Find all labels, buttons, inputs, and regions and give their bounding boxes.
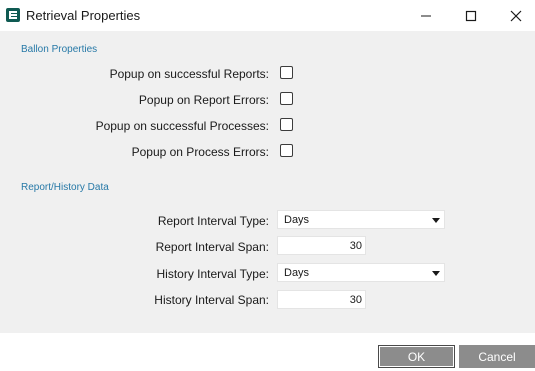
history-interval-type-value: Days (284, 267, 310, 279)
dialog-footer: OK Cancel (0, 333, 535, 371)
popup-successful-processes-label: Popup on successful Processes: (95, 119, 269, 133)
cancel-button[interactable]: Cancel (459, 345, 535, 368)
popup-successful-reports-checkbox[interactable] (280, 66, 293, 79)
report-interval-span-value: 30 (349, 240, 362, 252)
history-interval-type-select[interactable]: Days (277, 263, 445, 282)
title-bar: Retrieval Properties (0, 0, 535, 31)
chevron-down-icon (432, 218, 440, 223)
popup-process-errors-label: Popup on Process Errors: (131, 145, 269, 159)
history-interval-span-label: History Interval Span: (154, 293, 269, 307)
report-interval-type-value: Days (284, 214, 310, 226)
history-interval-span-input[interactable]: 30 (277, 290, 366, 309)
maximize-button[interactable] (448, 0, 494, 31)
history-interval-type-label: History Interval Type: (156, 267, 270, 281)
window-title: Retrieval Properties (26, 8, 141, 23)
app-logo-icon (6, 8, 20, 22)
close-icon (510, 10, 522, 21)
close-button[interactable] (493, 0, 535, 31)
report-interval-type-select[interactable]: Days (277, 210, 445, 229)
minimize-button[interactable] (403, 0, 449, 31)
ok-button[interactable]: OK (378, 345, 455, 368)
maximize-icon (465, 10, 477, 21)
report-interval-span-label: Report Interval Span: (155, 240, 269, 254)
popup-report-errors-label: Popup on Report Errors: (138, 93, 269, 107)
report-interval-type-label: Report Interval Type: (157, 214, 269, 228)
dialog-content: Ballon Properties Popup on successful Re… (0, 31, 535, 333)
popup-report-errors-checkbox[interactable] (280, 92, 293, 105)
balloon-section-heading: Ballon Properties (21, 44, 98, 55)
minimize-icon (421, 15, 431, 16)
report-interval-span-input[interactable]: 30 (277, 236, 366, 255)
popup-successful-processes-checkbox[interactable] (280, 118, 293, 131)
chevron-down-icon (432, 271, 440, 276)
popup-process-errors-checkbox[interactable] (280, 144, 293, 157)
popup-successful-reports-label: Popup on successful Reports: (109, 67, 269, 81)
history-interval-span-value: 30 (349, 294, 362, 306)
report-history-section-heading: Report/History Data (21, 182, 109, 193)
